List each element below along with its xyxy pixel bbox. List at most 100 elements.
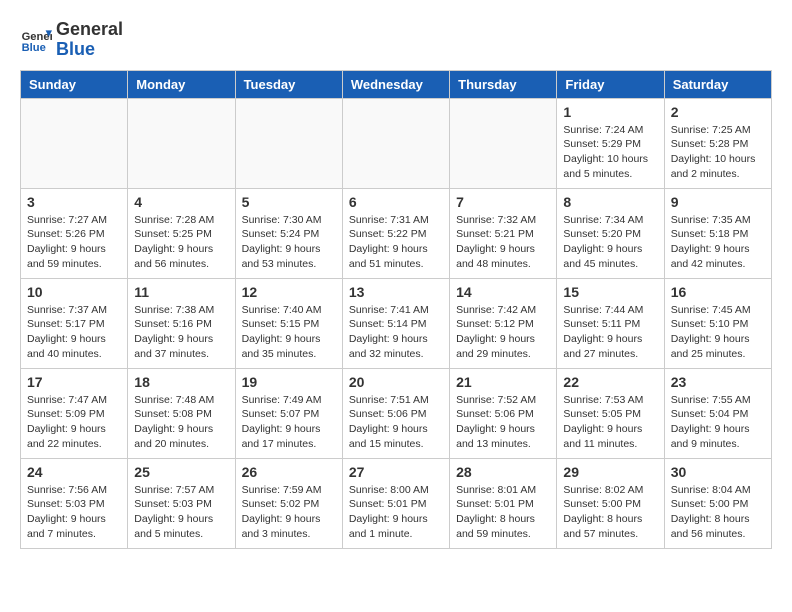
logo-text: General Blue [56,20,123,60]
calendar-cell: 23Sunrise: 7:55 AM Sunset: 5:04 PM Dayli… [664,368,771,458]
day-info: Sunrise: 8:00 AM Sunset: 5:01 PM Dayligh… [349,483,443,542]
day-number: 4 [134,194,228,210]
day-info: Sunrise: 7:59 AM Sunset: 5:02 PM Dayligh… [242,483,336,542]
day-info: Sunrise: 7:45 AM Sunset: 5:10 PM Dayligh… [671,303,765,362]
day-number: 5 [242,194,336,210]
day-info: Sunrise: 7:47 AM Sunset: 5:09 PM Dayligh… [27,393,121,452]
day-info: Sunrise: 7:25 AM Sunset: 5:28 PM Dayligh… [671,123,765,182]
day-number: 29 [563,464,657,480]
calendar-cell: 29 Sunrise: 8:02 AM Sunset: 5:00 PM Dayli… [557,458,664,548]
calendar-cell: 18 Sunrise: 7:48 AM Sunset: 5:08 PM Dayli… [128,368,235,458]
day-number: 25 [134,464,228,480]
day-number: 19 [242,374,336,390]
day-number: 24 [27,464,121,480]
day-number: 28 [456,464,550,480]
day-info: Sunrise: 7:48 AM Sunset: 5:08 PM Dayligh… [134,393,228,452]
day-info: Sunrise: 7:42 AM Sunset: 5:12 PM Dayligh… [456,303,550,362]
calendar-cell: 3 Sunrise: 7:27 AM Sunset: 5:26 PM Daylig… [21,188,128,278]
day-info: Sunrise: 8:02 AM Sunset: 5:00 PM Dayligh… [563,483,657,542]
day-info: Sunrise: 7:52 AM Sunset: 5:06 PM Dayligh… [456,393,550,452]
day-info: Sunrise: 7:24 AM Sunset: 5:29 PM Dayligh… [563,123,657,182]
calendar-cell: 14 Sunrise: 7:42 AM Sunset: 5:12 PM Dayli… [450,278,557,368]
day-info: Sunrise: 7:57 AM Sunset: 5:03 PM Dayligh… [134,483,228,542]
calendar-cell: 24 Sunrise: 7:56 AM Sunset: 5:03 PM Dayli… [21,458,128,548]
weekday-header-sunday: Sunday [21,70,128,98]
day-number: 7 [456,194,550,210]
calendar-week-1: 3 Sunrise: 7:27 AM Sunset: 5:26 PM Daylig… [21,188,772,278]
day-info: Sunrise: 7:40 AM Sunset: 5:15 PM Dayligh… [242,303,336,362]
day-number: 10 [27,284,121,300]
calendar-cell: 10 Sunrise: 7:37 AM Sunset: 5:17 PM Dayli… [21,278,128,368]
day-number: 30 [671,464,765,480]
calendar-table: SundayMondayTuesdayWednesdayThursdayFrid… [20,70,772,549]
calendar-cell [21,98,128,188]
weekday-header-tuesday: Tuesday [235,70,342,98]
weekday-header-friday: Friday [557,70,664,98]
day-info: Sunrise: 7:35 AM Sunset: 5:18 PM Dayligh… [671,213,765,272]
calendar-week-2: 10 Sunrise: 7:37 AM Sunset: 5:17 PM Dayli… [21,278,772,368]
day-info: Sunrise: 7:32 AM Sunset: 5:21 PM Dayligh… [456,213,550,272]
calendar-cell [128,98,235,188]
calendar-cell: 7 Sunrise: 7:32 AM Sunset: 5:21 PM Daylig… [450,188,557,278]
day-number: 9 [671,194,765,210]
calendar-cell: 17 Sunrise: 7:47 AM Sunset: 5:09 PM Dayli… [21,368,128,458]
calendar-week-4: 24 Sunrise: 7:56 AM Sunset: 5:03 PM Dayli… [21,458,772,548]
day-number: 23 [671,374,765,390]
calendar-cell: 1 Sunrise: 7:24 AM Sunset: 5:29 PM Daylig… [557,98,664,188]
calendar-cell: 5Sunrise: 7:30 AM Sunset: 5:24 PM Daylig… [235,188,342,278]
day-number: 13 [349,284,443,300]
day-number: 3 [27,194,121,210]
calendar-week-0: 1 Sunrise: 7:24 AM Sunset: 5:29 PM Daylig… [21,98,772,188]
day-number: 15 [563,284,657,300]
calendar-cell [342,98,449,188]
day-number: 20 [349,374,443,390]
weekday-header-thursday: Thursday [450,70,557,98]
weekday-header-monday: Monday [128,70,235,98]
day-info: Sunrise: 7:28 AM Sunset: 5:25 PM Dayligh… [134,213,228,272]
day-info: Sunrise: 7:49 AM Sunset: 5:07 PM Dayligh… [242,393,336,452]
day-info: Sunrise: 7:27 AM Sunset: 5:26 PM Dayligh… [27,213,121,272]
calendar-cell: 28 Sunrise: 8:01 AM Sunset: 5:01 PM Dayli… [450,458,557,548]
calendar-cell: 12Sunrise: 7:40 AM Sunset: 5:15 PM Dayli… [235,278,342,368]
day-number: 18 [134,374,228,390]
calendar-cell: 15 Sunrise: 7:44 AM Sunset: 5:11 PM Dayli… [557,278,664,368]
day-number: 14 [456,284,550,300]
day-number: 1 [563,104,657,120]
day-info: Sunrise: 7:31 AM Sunset: 5:22 PM Dayligh… [349,213,443,272]
calendar-cell: 11Sunrise: 7:38 AM Sunset: 5:16 PM Dayli… [128,278,235,368]
weekday-header-saturday: Saturday [664,70,771,98]
logo: General Blue General Blue [20,20,123,60]
calendar-cell [450,98,557,188]
day-number: 16 [671,284,765,300]
day-info: Sunrise: 7:44 AM Sunset: 5:11 PM Dayligh… [563,303,657,362]
day-number: 17 [27,374,121,390]
day-info: Sunrise: 8:01 AM Sunset: 5:01 PM Dayligh… [456,483,550,542]
calendar-cell: 8 Sunrise: 7:34 AM Sunset: 5:20 PM Daylig… [557,188,664,278]
calendar-cell: 19 Sunrise: 7:49 AM Sunset: 5:07 PM Dayli… [235,368,342,458]
day-number: 26 [242,464,336,480]
calendar-cell: 25 Sunrise: 7:57 AM Sunset: 5:03 PM Dayli… [128,458,235,548]
day-number: 8 [563,194,657,210]
calendar-cell: 22 Sunrise: 7:53 AM Sunset: 5:05 PM Dayli… [557,368,664,458]
calendar-cell: 9 Sunrise: 7:35 AM Sunset: 5:18 PM Daylig… [664,188,771,278]
day-info: Sunrise: 7:37 AM Sunset: 5:17 PM Dayligh… [27,303,121,362]
calendar-cell: 27Sunrise: 8:00 AM Sunset: 5:01 PM Dayli… [342,458,449,548]
day-info: Sunrise: 8:04 AM Sunset: 5:00 PM Dayligh… [671,483,765,542]
calendar-cell: 13 Sunrise: 7:41 AM Sunset: 5:14 PM Dayli… [342,278,449,368]
calendar-cell: 4 Sunrise: 7:28 AM Sunset: 5:25 PM Daylig… [128,188,235,278]
day-info: Sunrise: 7:53 AM Sunset: 5:05 PM Dayligh… [563,393,657,452]
day-number: 2 [671,104,765,120]
calendar-cell: 2 Sunrise: 7:25 AM Sunset: 5:28 PM Daylig… [664,98,771,188]
calendar-cell [235,98,342,188]
day-info: Sunrise: 7:34 AM Sunset: 5:20 PM Dayligh… [563,213,657,272]
day-info: Sunrise: 7:38 AM Sunset: 5:16 PM Dayligh… [134,303,228,362]
calendar-cell: 26 Sunrise: 7:59 AM Sunset: 5:02 PM Dayli… [235,458,342,548]
day-info: Sunrise: 7:41 AM Sunset: 5:14 PM Dayligh… [349,303,443,362]
day-number: 22 [563,374,657,390]
calendar-cell: 30 Sunrise: 8:04 AM Sunset: 5:00 PM Dayli… [664,458,771,548]
day-info: Sunrise: 7:56 AM Sunset: 5:03 PM Dayligh… [27,483,121,542]
calendar-week-3: 17 Sunrise: 7:47 AM Sunset: 5:09 PM Dayli… [21,368,772,458]
logo-icon: General Blue [20,24,52,56]
calendar-cell: 21Sunrise: 7:52 AM Sunset: 5:06 PM Dayli… [450,368,557,458]
day-info: Sunrise: 7:51 AM Sunset: 5:06 PM Dayligh… [349,393,443,452]
